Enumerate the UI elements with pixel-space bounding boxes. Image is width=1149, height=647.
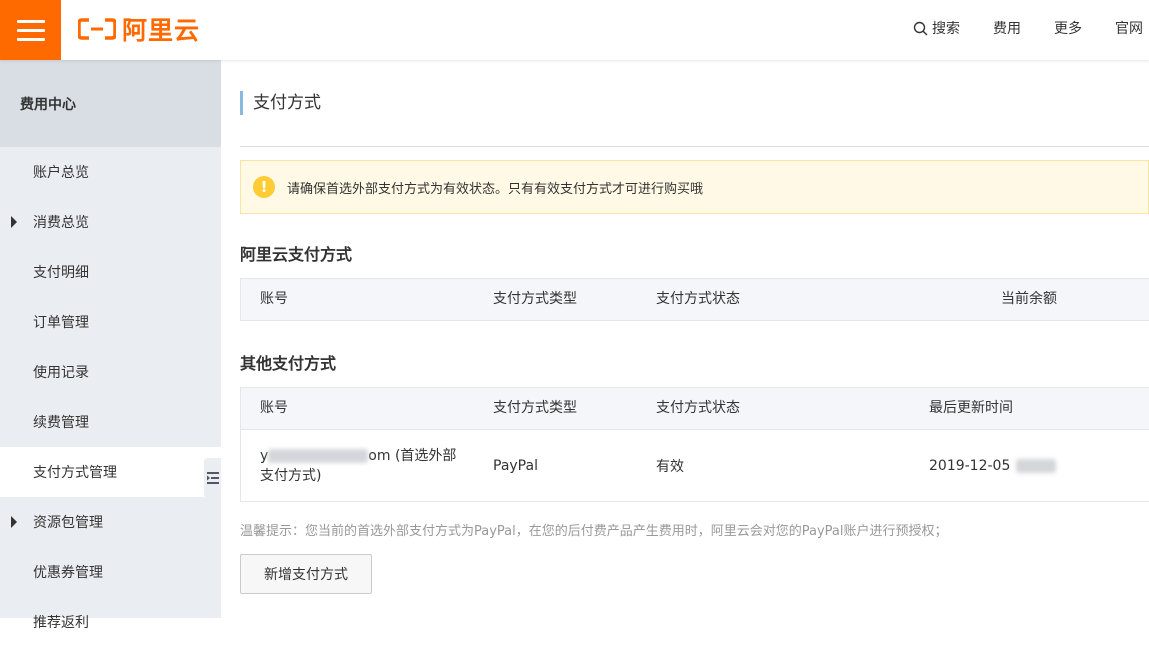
hamburger-menu-button[interactable] <box>0 0 61 60</box>
sidebar-item-label: 订单管理 <box>33 315 89 331</box>
column-header-account: 账号 <box>260 291 288 307</box>
column-header-balance: 当前余额 <box>1001 291 1057 307</box>
account-value: y om (首选外部支付方式) <box>260 446 470 486</box>
column-header-type: 支付方式类型 <box>493 400 577 416</box>
add-payment-method-button[interactable]: 新增支付方式 <box>240 554 372 594</box>
sidebar-item-label: 优惠券管理 <box>33 565 103 581</box>
sidebar: 费用中心 账户总览消费总览支付明细订单管理使用记录续费管理支付方式管理 资源包管理… <box>0 60 221 631</box>
nav-search[interactable]: 搜索 <box>913 18 960 38</box>
column-header-status: 支付方式状态 <box>656 400 740 416</box>
table-row[interactable]: y om (首选外部支付方式) PayPal 有效 2019-12-05 <box>241 429 1149 501</box>
sidebar-item[interactable]: 续费管理 <box>0 397 221 447</box>
nav-cost[interactable]: 费用 <box>993 18 1021 38</box>
tip-text: 温馨提示：您当前的首选外部支付方式为PayPal，在您的后付费产品产生费用时，阿… <box>240 524 948 539</box>
main-content: 支付方式 ! 请确保首选外部支付方式为有效状态。只有有效支付方式才可进行购买哦 … <box>221 60 1149 618</box>
sidebar-item[interactable]: 优惠券管理 <box>0 547 221 597</box>
sidebar-title: 费用中心 <box>0 60 221 147</box>
redacted-email <box>268 449 369 463</box>
nav-search-label: 搜索 <box>932 21 960 37</box>
column-header-status: 支付方式状态 <box>656 291 740 307</box>
notice-text: 请确保首选外部支付方式为有效状态。只有有效支付方式才可进行购买哦 <box>287 181 704 197</box>
sidebar-collapse-button[interactable] <box>204 458 222 498</box>
sidebar-item[interactable]: 支付方式管理 <box>0 447 221 497</box>
sidebar-menu: 账户总览消费总览支付明细订单管理使用记录续费管理支付方式管理 资源包管理优惠券管理… <box>0 147 221 647</box>
column-header-account: 账号 <box>260 400 288 416</box>
sidebar-item-label: 支付方式管理 <box>33 465 117 481</box>
sidebar-item[interactable]: 推荐返利 <box>0 597 221 647</box>
account-cell: y om (首选外部支付方式) <box>260 430 470 502</box>
top-nav: 搜索 费用 更多 官网 <box>913 0 1149 56</box>
sidebar-item-label: 账户总览 <box>33 165 89 181</box>
aliyun-payment-table: 账号 支付方式类型 支付方式状态 当前余额 <box>240 278 1149 321</box>
sidebar-item[interactable]: 消费总览 <box>0 197 221 247</box>
nav-official-site[interactable]: 官网 <box>1115 18 1143 38</box>
nav-more[interactable]: 更多 <box>1054 18 1082 38</box>
sidebar-item-label: 使用记录 <box>33 365 89 381</box>
hamburger-icon-line <box>16 19 45 23</box>
aliyun-logo[interactable]: 阿里云 <box>78 14 201 45</box>
sidebar-item-label: 续费管理 <box>33 415 89 431</box>
sidebar-item-label: 消费总览 <box>33 215 89 231</box>
column-header-type: 支付方式类型 <box>493 291 577 307</box>
updated-date: 2019-12-05 <box>929 458 1011 474</box>
table-header: 账号 支付方式类型 支付方式状态 当前余额 <box>241 279 1149 320</box>
status-cell: 有效 <box>656 459 684 475</box>
other-payment-table: 账号 支付方式类型 支付方式状态 最后更新时间 y om (首选外部支付方式) P… <box>240 387 1149 502</box>
page-title: 支付方式 <box>240 91 321 115</box>
notice-banner: ! 请确保首选外部支付方式为有效状态。只有有效支付方式才可进行购买哦 <box>240 160 1149 214</box>
table-header: 账号 支付方式类型 支付方式状态 最后更新时间 <box>241 388 1149 429</box>
type-cell: PayPal <box>493 458 538 474</box>
column-header-updated: 最后更新时间 <box>929 400 1013 416</box>
caret-right-icon <box>11 216 17 228</box>
sidebar-item-label: 推荐返利 <box>33 615 89 631</box>
sidebar-item[interactable]: 资源包管理 <box>0 497 221 547</box>
sidebar-item[interactable]: 使用记录 <box>0 347 221 397</box>
redacted-time <box>1016 459 1057 473</box>
warning-icon: ! <box>253 176 275 198</box>
divider <box>240 146 1149 147</box>
other-payment-section-title: 其他支付方式 <box>240 354 337 373</box>
sidebar-item[interactable]: 账户总览 <box>0 147 221 197</box>
sidebar-item-label: 资源包管理 <box>33 515 103 531</box>
aliyun-logo-icon <box>78 18 116 40</box>
sidebar-item[interactable]: 订单管理 <box>0 297 221 347</box>
account-prefix: y <box>260 448 269 464</box>
sidebar-item-label: 支付明细 <box>33 265 89 281</box>
brand-name: 阿里云 <box>122 16 201 45</box>
search-icon <box>913 21 928 35</box>
caret-right-icon <box>11 516 17 528</box>
aliyun-payment-section-title: 阿里云支付方式 <box>240 245 353 264</box>
top-bar: 阿里云 搜索 费用 更多 官网 <box>0 0 1149 60</box>
hamburger-icon-line <box>16 28 45 32</box>
sidebar-item[interactable]: 支付明细 <box>0 247 221 297</box>
updated-cell: 2019-12-05 <box>929 430 1057 502</box>
collapse-icon <box>207 472 219 484</box>
hamburger-icon-line <box>16 37 45 41</box>
